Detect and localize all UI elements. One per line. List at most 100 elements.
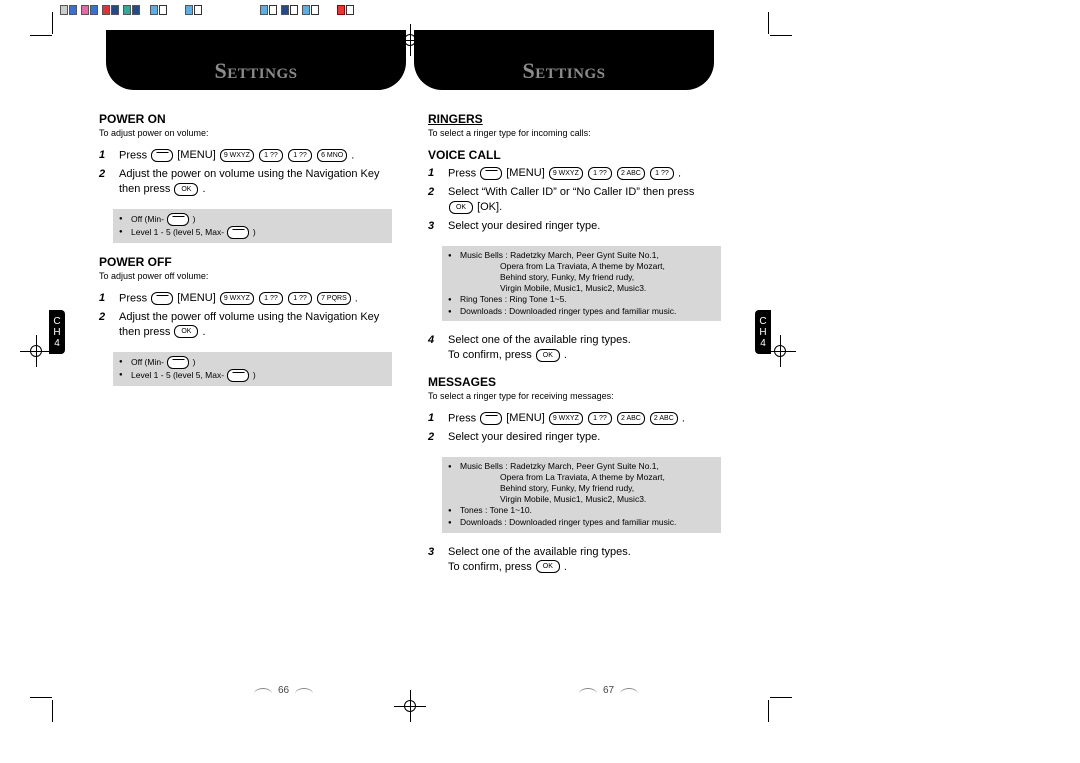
- step: 1 Press [MENU] 9 WXYZ 1 ?? 1 ?? 7 PQRS .: [99, 291, 392, 306]
- keypad-key-icon: 1 ??: [288, 149, 312, 162]
- softkey-icon: [151, 292, 173, 305]
- step: 2 Select “With Caller ID” or “No Caller …: [428, 185, 721, 215]
- info-box: Off (Min- ) Level 1 - 5 (level 5, Max- ): [113, 209, 392, 243]
- chapter-number: 4: [760, 338, 766, 349]
- page-body: POWER ON To adjust power on volume: 1 Pr…: [99, 108, 392, 672]
- softkey-icon: [227, 226, 249, 239]
- steps-list: 1 Press [MENU] 9 WXYZ 1 ?? 2 ABC 1 ?? . …: [428, 166, 721, 234]
- softkey-icon: [167, 213, 189, 226]
- step-text: Press [MENU] 9 WXYZ 1 ?? 1 ?? 7 PQRS .: [119, 291, 392, 306]
- folio-swash-icon: [579, 688, 597, 694]
- step-text: Select “With Caller ID” or “No Caller ID…: [448, 185, 721, 215]
- step: 2 Adjust the power off volume using the …: [99, 310, 392, 340]
- keypad-key-icon: 1 ??: [650, 167, 674, 180]
- info-box: Music Bells : Radetzky March, Peer Gynt …: [442, 457, 721, 533]
- step-text: Select your desired ringer type.: [448, 430, 721, 445]
- softkey-icon: [151, 149, 173, 162]
- step: 2 Adjust the power on volume using the N…: [99, 167, 392, 197]
- section-heading-messages: MESSAGES: [428, 375, 721, 389]
- crop-tick-icon: [770, 35, 792, 36]
- step-text: Press [MENU] 9 WXYZ 1 ?? 1 ?? 6 MNO .: [119, 148, 392, 163]
- step-text: Adjust the power on volume using the Nav…: [119, 167, 392, 197]
- chapter-tab: C H 4: [755, 310, 771, 354]
- chapter-tab: C H 4: [49, 310, 65, 354]
- step-number: 2: [428, 430, 440, 445]
- section-heading-ringers: RINGERS: [428, 112, 721, 126]
- page-title: Settings: [523, 58, 606, 84]
- step-number: 4: [428, 333, 440, 363]
- chapter-letter: H: [759, 327, 766, 338]
- page-body: RINGERS To select a ringer type for inco…: [428, 108, 721, 672]
- thumbnail-toolbar: [60, 4, 354, 16]
- ok-key-icon: OK: [174, 183, 198, 196]
- steps-list: 3 Select one of the available ring types…: [428, 545, 721, 575]
- section-heading-power-off: POWER OFF: [99, 255, 392, 269]
- registration-mark-icon: [20, 335, 52, 367]
- step-text: Select one of the available ring types. …: [448, 333, 721, 363]
- step-text: Select one of the available ring types. …: [448, 545, 721, 575]
- ok-key-icon: OK: [174, 325, 198, 338]
- crop-tick-icon: [770, 697, 792, 698]
- keypad-key-icon: 2 ABC: [617, 412, 645, 425]
- step: 1 Press [MENU] 9 WXYZ 1 ?? 2 ABC 1 ?? .: [428, 166, 721, 181]
- step-number: 2: [99, 167, 111, 197]
- step-number: 3: [428, 219, 440, 234]
- chapter-number: 4: [54, 338, 60, 349]
- manual-spread: Settings C H 4 POWER ON To adjust power …: [49, 30, 771, 700]
- keypad-key-icon: 9 WXYZ: [549, 167, 583, 180]
- step: 1 Press [MENU] 9 WXYZ 1 ?? 1 ?? 6 MNO .: [99, 148, 392, 163]
- info-box: Off (Min- ) Level 1 - 5 (level 5, Max- ): [113, 352, 392, 386]
- chapter-letter: C: [53, 316, 60, 327]
- step: 4 Select one of the available ring types…: [428, 333, 721, 363]
- step: 1 Press [MENU] 9 WXYZ 1 ?? 2 ABC 2 ABC .: [428, 411, 721, 426]
- folio-number: 67: [603, 685, 614, 696]
- page-left: Settings C H 4 POWER ON To adjust power …: [49, 30, 410, 700]
- section-intro: To adjust power on volume:: [99, 128, 392, 138]
- section-intro: To select a ringer type for incoming cal…: [428, 128, 721, 138]
- folio-number: 66: [278, 685, 289, 696]
- crop-tick-icon: [768, 700, 769, 722]
- page-right: Settings C H 4 RINGERS To select a ringe…: [410, 30, 771, 700]
- step-text: Select your desired ringer type.: [448, 219, 721, 234]
- section-heading-voice-call: VOICE CALL: [428, 148, 721, 162]
- step: 3 Select your desired ringer type.: [428, 219, 721, 234]
- keypad-key-icon: 6 MNO: [317, 149, 347, 162]
- keypad-key-icon: 9 WXYZ: [220, 149, 254, 162]
- page-title: Settings: [215, 58, 298, 84]
- ok-key-icon: OK: [449, 201, 473, 214]
- page-header: Settings: [106, 30, 406, 90]
- page-number: 67: [428, 685, 789, 696]
- softkey-icon: [227, 369, 249, 382]
- step-text: Press [MENU] 9 WXYZ 1 ?? 2 ABC 2 ABC .: [448, 411, 721, 426]
- keypad-key-icon: 1 ??: [588, 412, 612, 425]
- section-intro: To adjust power off volume:: [99, 271, 392, 281]
- keypad-key-icon: 1 ??: [259, 149, 283, 162]
- step: 3 Select one of the available ring types…: [428, 545, 721, 575]
- steps-list: 1 Press [MENU] 9 WXYZ 1 ?? 2 ABC 2 ABC .: [428, 411, 721, 445]
- step-number: 1: [428, 166, 440, 181]
- step-number: 2: [99, 310, 111, 340]
- section-intro: To select a ringer type for receiving me…: [428, 391, 721, 401]
- chapter-letter: C: [759, 316, 766, 327]
- keypad-key-icon: 9 WXYZ: [220, 292, 254, 305]
- folio-swash-icon: [295, 688, 313, 694]
- keypad-key-icon: 2 ABC: [650, 412, 678, 425]
- keypad-key-icon: 1 ??: [259, 292, 283, 305]
- step: 2 Select your desired ringer type.: [428, 430, 721, 445]
- softkey-icon: [167, 356, 189, 369]
- steps-list: 4 Select one of the available ring types…: [428, 333, 721, 363]
- softkey-icon: [480, 412, 502, 425]
- keypad-key-icon: 2 ABC: [617, 167, 645, 180]
- folio-swash-icon: [620, 688, 638, 694]
- step-text: Press [MENU] 9 WXYZ 1 ?? 2 ABC 1 ?? .: [448, 166, 721, 181]
- step-number: 2: [428, 185, 440, 215]
- steps-list: 1 Press [MENU] 9 WXYZ 1 ?? 1 ?? 6 MNO . …: [99, 148, 392, 197]
- section-heading-power-on: POWER ON: [99, 112, 392, 126]
- ok-key-icon: OK: [536, 349, 560, 362]
- keypad-key-icon: 1 ??: [588, 167, 612, 180]
- page-header: Settings: [414, 30, 714, 90]
- step-number: 1: [99, 148, 111, 163]
- softkey-icon: [480, 167, 502, 180]
- keypad-key-icon: 1 ??: [288, 292, 312, 305]
- folio-swash-icon: [254, 688, 272, 694]
